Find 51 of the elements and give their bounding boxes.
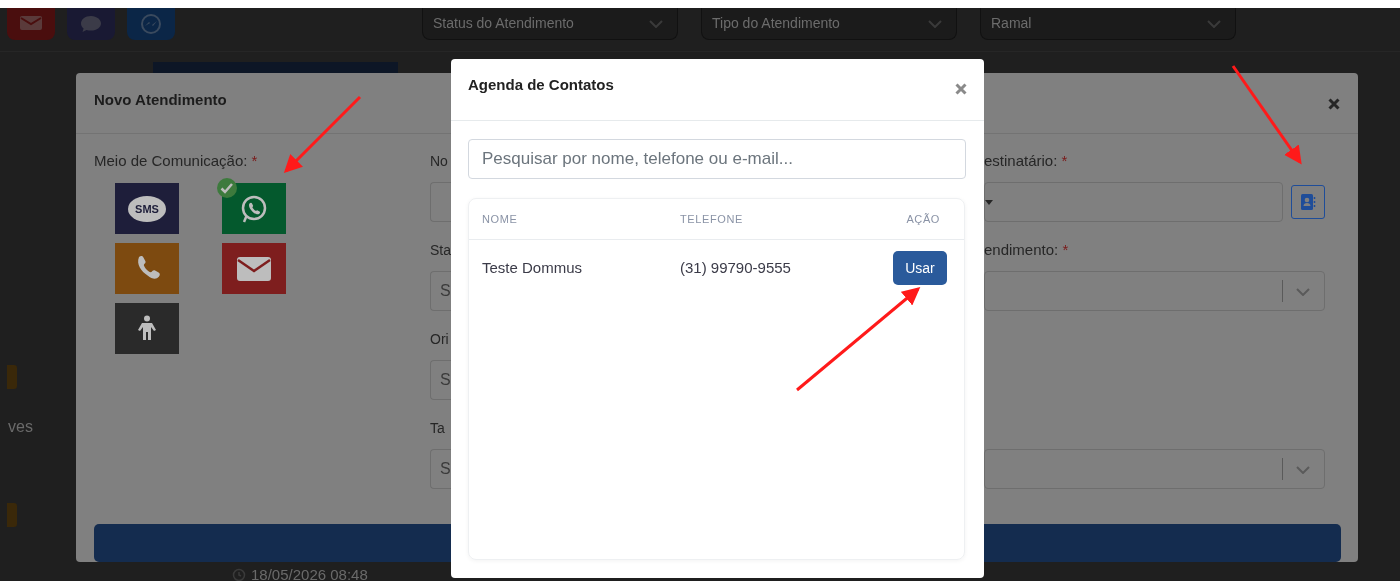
input-field[interactable]: S (430, 271, 451, 312)
column-header: NOME (482, 211, 519, 227)
modal-title: Novo Atendimento (94, 90, 227, 110)
table-cell-text: Teste Dommus (482, 257, 584, 278)
status-badge (7, 503, 17, 527)
column-header: AÇÃO (906, 211, 940, 227)
chevron-icon (928, 19, 942, 28)
use-button[interactable]: Usar (893, 251, 947, 285)
field-label: Sta (430, 241, 451, 261)
select-field[interactable] (984, 449, 1325, 490)
email-channel-button[interactable] (222, 243, 286, 295)
field-label: Ori (430, 330, 450, 350)
phone-field[interactable] (984, 182, 1283, 223)
sms-channel-button[interactable]: SMS (115, 183, 179, 235)
input-field[interactable] (430, 182, 451, 223)
chevron-icon (649, 19, 663, 28)
whatsapp-icon (239, 193, 269, 224)
field-label: Meio de Comunicação: * (94, 151, 259, 172)
status-badge (7, 365, 17, 389)
messenger-icon[interactable] (139, 14, 163, 34)
filter-dropdown[interactable]: Ramal (980, 8, 1236, 40)
filter-dropdown[interactable]: Status do Atendimento (422, 8, 678, 40)
chat-bubble-icon[interactable] (79, 14, 103, 34)
whatsapp-channel-button[interactable] (222, 183, 286, 235)
in-person-channel-button[interactable] (115, 303, 179, 355)
caret-icon[interactable] (985, 199, 993, 205)
contacts-button[interactable] (1291, 185, 1325, 220)
close-icon[interactable] (955, 83, 967, 95)
phone-channel-button[interactable] (115, 243, 179, 295)
side-label: ves (8, 417, 33, 437)
filter-dropdown[interactable]: Tipo do Atendimento (701, 8, 957, 40)
envelope-icon (237, 256, 271, 281)
field-label: No (430, 152, 449, 172)
input-field[interactable]: S (430, 360, 451, 401)
person-icon (136, 314, 158, 343)
field-label: estinatário: * (984, 151, 1069, 172)
table-cell-text: (31) 99790-9555 (680, 257, 792, 278)
chevron-icon (1296, 288, 1310, 297)
input-field[interactable]: S (430, 449, 451, 490)
field-label: endimento: * (984, 240, 1070, 261)
timestamp: 18/05/2026 08:48 (251, 565, 368, 581)
close-icon[interactable] (1328, 98, 1340, 110)
select-field[interactable] (984, 271, 1325, 312)
column-header: TELEFONE (680, 211, 744, 227)
modal-title: Agenda de Contatos (468, 75, 614, 95)
address-book-icon (1300, 193, 1316, 212)
chevron-icon (1207, 19, 1221, 28)
clock-icon (232, 568, 246, 581)
chevron-icon (1296, 466, 1310, 475)
field-label: Ta (430, 419, 446, 439)
search-field[interactable]: Pesquisar por nome, telefone ou e-mail... (468, 139, 966, 179)
